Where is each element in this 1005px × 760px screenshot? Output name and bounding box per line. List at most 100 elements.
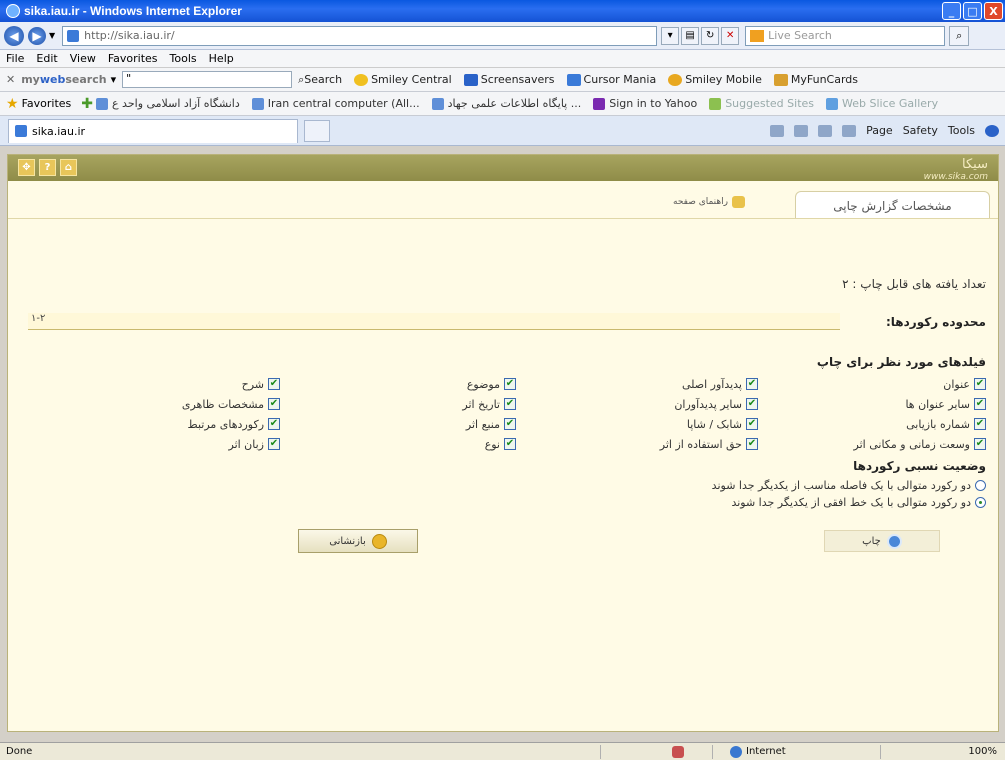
- checkbox-checked-icon[interactable]: ✔: [504, 398, 516, 410]
- mws-smiley-central[interactable]: Smiley Central: [354, 73, 452, 86]
- recent-pages-dropdown[interactable]: ▼: [49, 31, 55, 40]
- maximize-button[interactable]: □: [963, 2, 982, 20]
- checkbox-checked-icon[interactable]: ✔: [268, 378, 280, 390]
- refresh-icon[interactable]: ↻: [701, 26, 720, 45]
- app-switch-icon[interactable]: ✥: [18, 159, 35, 176]
- home-icon[interactable]: ⌂: [60, 159, 77, 176]
- mws-screensavers[interactable]: Screensavers: [463, 73, 555, 86]
- menu-edit[interactable]: Edit: [36, 52, 57, 65]
- radio-line-separator[interactable]: دو رکورد متوالی با یک خط افقی از یکدیگر …: [712, 494, 986, 511]
- cursor-icon: [566, 73, 581, 86]
- add-favorite-icon[interactable]: ✚: [81, 96, 93, 112]
- stop-icon[interactable]: ✕: [721, 26, 740, 45]
- field-checkbox-related[interactable]: ✔ رکوردهای مرتبط: [130, 414, 280, 434]
- radio-checked-icon[interactable]: [975, 497, 986, 508]
- field-checkbox-type[interactable]: ✔ نوع: [366, 434, 516, 454]
- mws-smiley-mobile[interactable]: Smiley Mobile: [668, 73, 762, 86]
- checkbox-checked-icon[interactable]: ✔: [504, 378, 516, 390]
- minimize-button[interactable]: _: [942, 2, 961, 20]
- field-checkbox-isbn-issn[interactable]: ✔ شابک / شاپا: [608, 414, 758, 434]
- favorite-link-web-slice[interactable]: Web Slice Gallery: [826, 97, 938, 110]
- checkbox-checked-icon[interactable]: ✔: [746, 438, 758, 450]
- home-icon[interactable]: [770, 124, 785, 137]
- live-search-input[interactable]: Live Search: [745, 25, 946, 46]
- live-search-placeholder: Live Search: [768, 29, 832, 42]
- compatibility-icon[interactable]: ▤: [681, 26, 700, 45]
- checkbox-checked-icon[interactable]: ✔: [268, 418, 280, 430]
- toolbar-close-icon[interactable]: ✕: [6, 73, 15, 86]
- favorite-link-yahoo[interactable]: Sign in to Yahoo: [593, 97, 697, 110]
- status-text: Done: [6, 746, 33, 757]
- mws-cursor-mania[interactable]: Cursor Mania: [566, 73, 656, 86]
- field-checkbox-main-author[interactable]: ✔ پدیدآور اصلی: [608, 374, 758, 394]
- mail-icon[interactable]: [818, 124, 833, 137]
- field-checkbox-other-authors[interactable]: ✔ سایر پدیدآوران: [608, 394, 758, 414]
- help-icon[interactable]: [985, 124, 999, 137]
- field-checkbox-coverage[interactable]: ✔ وسعت زمانی و مکانی اثر: [836, 434, 986, 454]
- favorite-link-central-computer[interactable]: Iran central computer (All...: [251, 97, 420, 110]
- feeds-icon[interactable]: [794, 124, 809, 137]
- url-input[interactable]: http://sika.iau.ir/: [62, 25, 658, 46]
- checkbox-checked-icon[interactable]: ✔: [974, 418, 986, 430]
- field-checkbox-language[interactable]: ✔ زبان اثر: [130, 434, 280, 454]
- menu-help[interactable]: Help: [209, 52, 234, 65]
- menu-favorites[interactable]: Favorites: [108, 52, 158, 65]
- print-button[interactable]: چاپ: [824, 530, 940, 552]
- tools-menu[interactable]: Tools: [948, 124, 975, 137]
- back-button[interactable]: ◀: [4, 25, 24, 46]
- record-range-input[interactable]: ۱-۲: [28, 313, 840, 330]
- field-checkbox-rights[interactable]: ✔ حق استفاده از اثر: [608, 434, 758, 454]
- forward-button[interactable]: ▶: [28, 26, 46, 45]
- reset-button[interactable]: بازنشانی: [298, 529, 418, 553]
- checkbox-checked-icon[interactable]: ✔: [268, 398, 280, 410]
- field-checkbox-title[interactable]: ✔ عنوان: [836, 374, 986, 394]
- status-bar: Done Internet 100%: [0, 742, 1005, 760]
- url-dropdown-icon[interactable]: ▾: [661, 26, 680, 45]
- favorite-link-jahad[interactable]: پایگاه اطلاعات علمی جهاد ...: [431, 97, 581, 110]
- new-tab-button[interactable]: [304, 119, 330, 142]
- mws-search-button[interactable]: ⌕ Search: [298, 73, 342, 87]
- search-icon[interactable]: ⌕: [949, 25, 970, 46]
- mywebsearch-brand[interactable]: mywebsearch: [21, 73, 106, 86]
- tab-page-help[interactable]: راهنمای صفحه: [673, 196, 745, 208]
- menu-view[interactable]: View: [70, 52, 96, 65]
- page-menu[interactable]: Page: [866, 124, 893, 137]
- radio-space-separator[interactable]: دو رکورد متوالی با یک فاصله مناسب از یکد…: [712, 477, 986, 494]
- zoom-level[interactable]: 100%: [968, 746, 997, 757]
- field-checkbox-source[interactable]: ✔ منبع اثر: [366, 414, 516, 434]
- checkbox-checked-icon[interactable]: ✔: [746, 418, 758, 430]
- checkbox-checked-icon[interactable]: ✔: [268, 438, 280, 450]
- print-icon[interactable]: [842, 124, 857, 137]
- help-icon[interactable]: ?: [39, 159, 56, 176]
- favorites-button[interactable]: Favorites: [22, 97, 72, 110]
- fields-column-2: ✔ پدیدآور اصلی ✔ سایر پدیدآوران ✔ شابک / شا…: [608, 374, 758, 454]
- checkbox-checked-icon[interactable]: ✔: [746, 378, 758, 390]
- field-checkbox-subject[interactable]: ✔ موضوع: [366, 374, 516, 394]
- fields-column-3: ✔ موضوع ✔ تاریخ اثر ✔ منبع اثر ✔ نوع: [366, 374, 516, 454]
- field-checkbox-other-titles[interactable]: ✔ سایر عنوان ها: [836, 394, 986, 414]
- menu-file[interactable]: File: [6, 52, 24, 65]
- field-checkbox-call-number[interactable]: ✔ شماره بازیابی: [836, 414, 986, 434]
- mws-myfuncards[interactable]: MyFunCards: [773, 73, 858, 86]
- favorite-link-suggested-sites[interactable]: Suggested Sites: [709, 97, 814, 110]
- field-checkbox-physical[interactable]: ✔ مشخصات ظاهری: [130, 394, 280, 414]
- field-checkbox-description[interactable]: ✔ شرح: [130, 374, 280, 394]
- mywebsearch-input[interactable]: ": [122, 71, 293, 88]
- favorite-link-iau[interactable]: دانشگاه آزاد اسلامی واحد ع: [96, 97, 240, 110]
- checkbox-checked-icon[interactable]: ✔: [974, 378, 986, 390]
- menu-tools[interactable]: Tools: [170, 52, 197, 65]
- safety-menu[interactable]: Safety: [903, 124, 938, 137]
- close-button[interactable]: X: [984, 2, 1003, 20]
- checkbox-checked-icon[interactable]: ✔: [504, 418, 516, 430]
- radio-unchecked-icon[interactable]: [975, 480, 986, 491]
- logo-text: سیکا: [962, 157, 988, 172]
- checkbox-checked-icon[interactable]: ✔: [974, 398, 986, 410]
- browser-tab[interactable]: sika.iau.ir: [8, 118, 298, 143]
- checkbox-checked-icon[interactable]: ✔: [504, 438, 516, 450]
- tab-print-settings[interactable]: مشخصات گزارش چاپی: [795, 191, 990, 219]
- checkbox-checked-icon[interactable]: ✔: [974, 438, 986, 450]
- field-checkbox-date[interactable]: ✔ تاریخ اثر: [366, 394, 516, 414]
- brand-dropdown-icon[interactable]: ▾: [111, 73, 117, 86]
- checkbox-checked-icon[interactable]: ✔: [746, 398, 758, 410]
- security-zone[interactable]: Internet: [730, 745, 786, 758]
